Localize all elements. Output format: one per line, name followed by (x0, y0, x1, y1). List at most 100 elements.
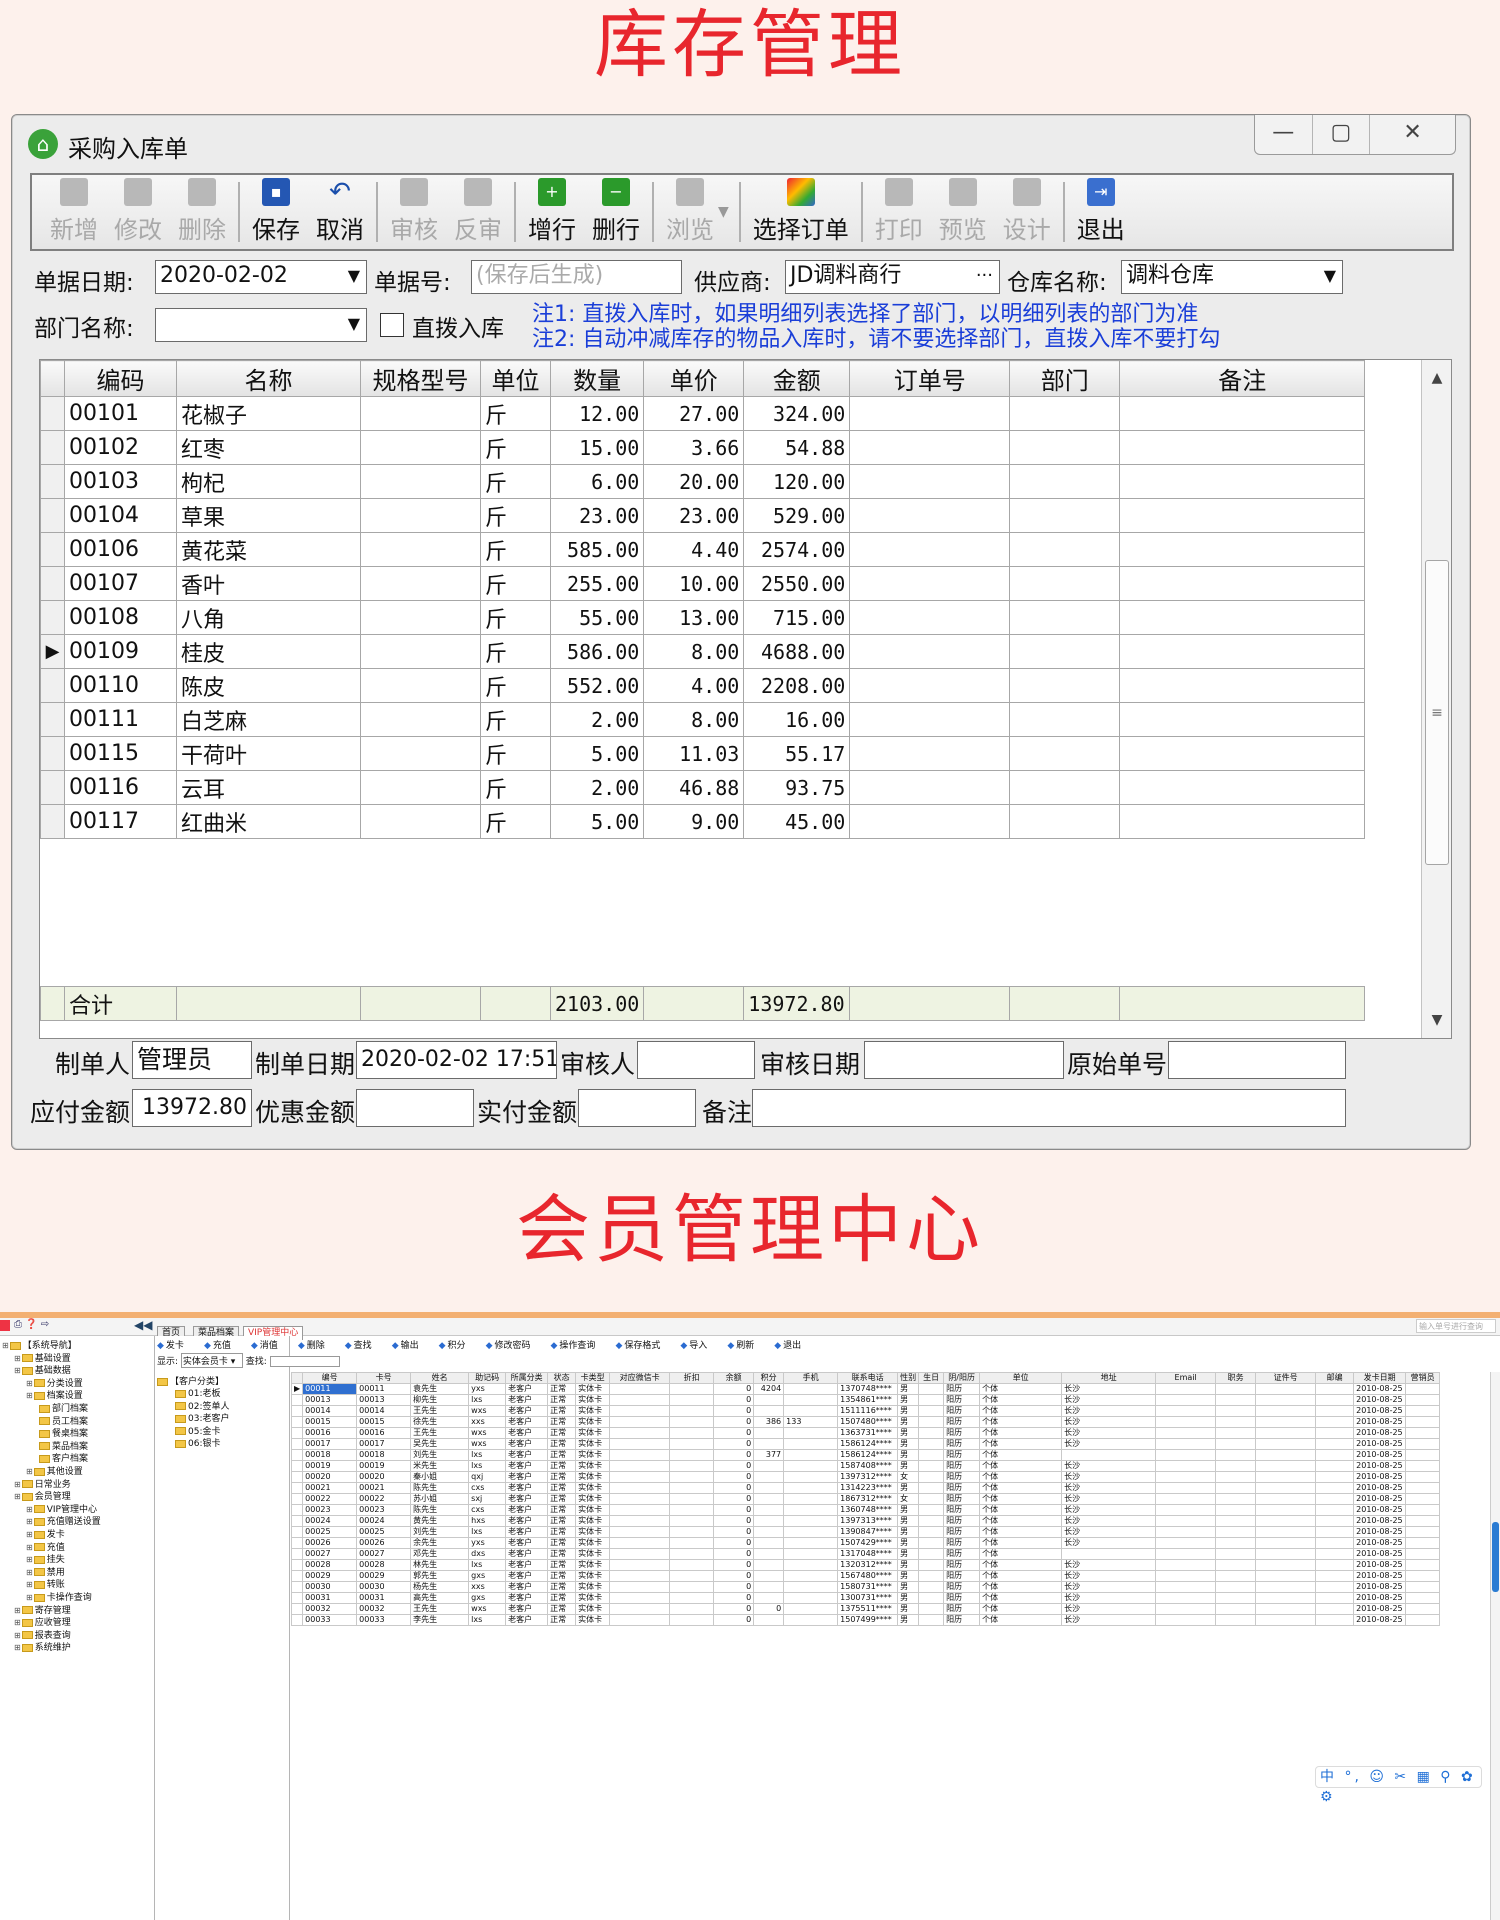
expand-toggle-icon[interactable]: ⊞ (14, 1366, 21, 1375)
member-cell[interactable]: 男 (897, 1515, 920, 1527)
member-cell[interactable]: 实体卡 (575, 1383, 611, 1395)
chevron-down-icon[interactable]: ▼ (1324, 261, 1336, 291)
member-cell[interactable] (1215, 1559, 1257, 1571)
member-cell[interactable] (1405, 1460, 1441, 1472)
tree-node[interactable]: ⊞ 充值 (26, 1542, 65, 1554)
member-cell[interactable]: 实体卡 (575, 1581, 611, 1593)
member-cell[interactable]: 0 (713, 1394, 755, 1406)
member-row[interactable]: 00019 00019 米先生 lxs 老客户 正常 实体卡 0 1587408**** 男阳历个… (290, 1460, 1441, 1472)
toolbar-button-undo[interactable]: ↶ 取消 (308, 175, 372, 249)
tree-node[interactable]: ⊞ 应收管理 (14, 1617, 71, 1629)
member-cell[interactable]: 1507499**** (837, 1614, 899, 1626)
member-cell[interactable]: 1375511**** (837, 1603, 899, 1615)
member-cell[interactable]: 00022 (302, 1493, 358, 1505)
member-cell[interactable] (1061, 1548, 1157, 1560)
member-cell[interactable] (1215, 1515, 1257, 1527)
member-cell[interactable] (1405, 1405, 1441, 1417)
toolbar-button-find[interactable]: ◆ 查找 (345, 1338, 382, 1351)
member-cell[interactable]: 0 (713, 1416, 755, 1428)
member-cell[interactable]: 长沙 (1061, 1559, 1157, 1571)
expand-toggle-icon[interactable]: ⊞ (26, 1530, 33, 1539)
member-cell[interactable]: 1300731**** (837, 1592, 899, 1604)
member-cell[interactable]: 2010-08-25 (1353, 1482, 1407, 1494)
cell-code[interactable]: 00101 (64, 396, 177, 431)
member-cell[interactable]: 长沙 (1061, 1427, 1157, 1439)
member-cell[interactable]: 正常 (547, 1515, 577, 1527)
member-cell[interactable]: 邓先生 (410, 1548, 470, 1560)
cell-empty[interactable] (1009, 396, 1121, 431)
cell-unit[interactable]: 斤 (480, 634, 551, 669)
member-cell[interactable]: 00011 (356, 1383, 412, 1395)
member-cell[interactable] (1315, 1427, 1355, 1439)
member-cell[interactable] (753, 1548, 785, 1560)
cell-empty[interactable] (849, 702, 1011, 737)
cell-empty[interactable] (1009, 804, 1121, 839)
member-cell[interactable]: 阳历 (943, 1592, 981, 1604)
table-row[interactable]: 00104 草果斤 23.00 23.00 529.00 (40, 498, 1366, 533)
member-cell[interactable]: 老客户 (505, 1515, 549, 1527)
member-cell[interactable] (783, 1394, 839, 1406)
member-cell[interactable]: 00021 (302, 1482, 358, 1494)
member-cell[interactable] (753, 1581, 785, 1593)
expand-toggle-icon[interactable]: ⊞ (2, 1341, 9, 1350)
cell-code[interactable]: 00107 (64, 566, 177, 601)
member-cell[interactable] (1405, 1559, 1441, 1571)
member-cell[interactable]: cxs (468, 1504, 507, 1516)
member-cell[interactable] (609, 1427, 671, 1439)
member-cell[interactable] (918, 1581, 945, 1593)
member-cell[interactable]: 个体 (979, 1383, 1063, 1395)
tree-node[interactable]: ⊞ 寄存管理 (14, 1605, 71, 1617)
member-cell[interactable] (1155, 1449, 1217, 1461)
member-row[interactable]: 00014 00014 王先生 wxs 老客户 正常 实体卡 0 1511116**** 男阳历个… (290, 1405, 1441, 1417)
member-cell[interactable]: 阳历 (943, 1405, 981, 1417)
member-cell[interactable] (1155, 1581, 1217, 1593)
column-header[interactable]: 姓名 (410, 1372, 470, 1384)
chevron-down-icon[interactable]: ▼ (348, 309, 360, 339)
member-cell[interactable]: 黄先生 (410, 1515, 470, 1527)
member-cell[interactable]: 00020 (302, 1471, 358, 1483)
cell-unit[interactable]: 斤 (480, 770, 551, 805)
column-header[interactable]: 积分 (753, 1372, 785, 1384)
member-cell[interactable]: 0 (713, 1559, 755, 1571)
cell-empty[interactable] (849, 532, 1011, 567)
cell-empty[interactable] (1009, 770, 1121, 805)
member-cell[interactable] (609, 1482, 671, 1494)
member-cell[interactable] (1215, 1581, 1257, 1593)
toolbar-button-print[interactable]: 打印 (867, 175, 931, 249)
member-cell[interactable]: 4204 (753, 1383, 785, 1395)
member-cell[interactable]: 00023 (356, 1504, 412, 1516)
scroll-up-icon[interactable]: ▲ (1422, 370, 1452, 386)
member-cell[interactable] (1315, 1383, 1355, 1395)
member-cell[interactable]: 李先生 (410, 1614, 470, 1626)
member-row[interactable]: 00031 00031 高先生 gxs 老客户 正常 实体卡 0 1300731**** 男阳历个… (290, 1592, 1441, 1604)
cell-unit[interactable]: 斤 (480, 566, 551, 601)
member-cell[interactable]: 老客户 (505, 1614, 549, 1626)
cell-name[interactable]: 干荷叶 (176, 736, 361, 771)
cell-code[interactable]: 00117 (64, 804, 177, 839)
toolbar-button-charge[interactable]: ◆ 充值 (204, 1338, 241, 1351)
cell-amount[interactable]: 55.17 (743, 736, 851, 771)
member-cell[interactable]: 实体卡 (575, 1614, 611, 1626)
cell-code[interactable]: 00115 (64, 736, 177, 771)
column-header[interactable]: 金额 (743, 360, 851, 397)
cell-qty[interactable]: 586.00 (549, 634, 645, 669)
member-cell[interactable]: 柳先生 (410, 1394, 470, 1406)
member-cell[interactable]: gxs (468, 1592, 507, 1604)
member-cell[interactable] (669, 1537, 715, 1549)
cell-empty[interactable] (1119, 396, 1366, 431)
member-cell[interactable]: 0 (713, 1460, 755, 1472)
toolbar-button-password[interactable]: ◆ 修改密码 (486, 1338, 541, 1351)
cell-amount[interactable]: 4688.00 (743, 634, 851, 669)
member-cell[interactable] (1255, 1493, 1317, 1505)
member-cell[interactable] (669, 1570, 715, 1582)
member-cell[interactable]: 00019 (302, 1460, 358, 1472)
member-cell[interactable] (1155, 1614, 1217, 1626)
member-cell[interactable]: 女 (897, 1471, 920, 1483)
member-cell[interactable]: 2010-08-25 (1353, 1394, 1407, 1406)
member-cell[interactable]: 实体卡 (575, 1570, 611, 1582)
member-cell[interactable]: 男 (897, 1438, 920, 1450)
member-cell[interactable] (1215, 1526, 1257, 1538)
member-cell[interactable]: 00029 (302, 1570, 358, 1582)
expand-toggle-icon[interactable]: ⊞ (26, 1593, 33, 1602)
cell-code[interactable]: 00103 (64, 464, 177, 499)
